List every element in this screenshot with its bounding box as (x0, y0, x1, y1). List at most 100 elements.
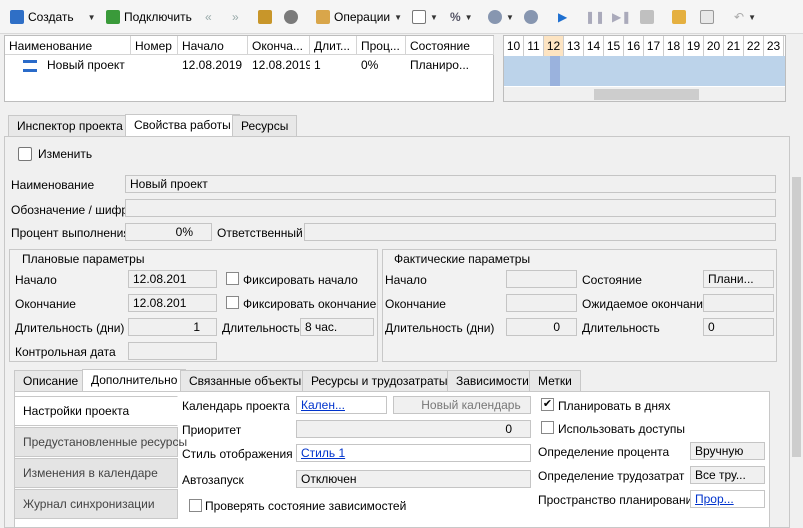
chevron-down-icon: ▼ (394, 12, 403, 22)
actual-state-select[interactable]: Плани... (703, 270, 774, 288)
chevron-down-icon[interactable]: ▼ (88, 13, 96, 22)
control-date-field[interactable] (128, 342, 217, 360)
priority-field[interactable]: 0 (296, 420, 531, 438)
tab-work-properties[interactable]: Свойства работы (125, 114, 240, 137)
calendar-field[interactable]: Кален... (296, 396, 387, 414)
create-icon (10, 10, 24, 24)
panel-scrollbar[interactable] (790, 137, 803, 528)
actual-title: Фактические параметры (394, 252, 531, 266)
operations-icon (316, 10, 330, 24)
name-label: Наименование (11, 178, 95, 192)
gantt-scrollbar[interactable] (504, 87, 785, 101)
tab-tags[interactable]: Метки (529, 370, 581, 392)
column-header[interactable]: Начало (178, 36, 248, 55)
calendar-icon[interactable]: ▼ (412, 8, 438, 26)
new-calendar-button[interactable]: Новый календарь (393, 396, 531, 414)
tab-linked-objects[interactable]: Связанные объекты (180, 370, 311, 392)
gantt-day-label: 21 (724, 36, 744, 56)
side-item-preset-resources[interactable]: Предустановленные ресурсы (14, 427, 187, 457)
side-item-sync-journal[interactable]: Журнал синхронизации (14, 489, 178, 519)
gear-icon[interactable] (524, 8, 538, 26)
column-header[interactable]: Состояние (406, 36, 494, 55)
tab-resources[interactable]: Ресурсы (232, 115, 298, 137)
style-field[interactable]: Стиль 1 (296, 444, 531, 462)
gantt-day-label: 22 (744, 36, 764, 56)
column-header[interactable]: Оконча... (248, 36, 310, 55)
percent-def-select[interactable]: Вручную (690, 442, 765, 460)
side-item-project-settings[interactable]: Настройки проекта (14, 396, 178, 426)
tab-resources-labor[interactable]: Ресурсы и трудозатраты (302, 370, 457, 392)
gantt-chart[interactable]: 10111213141516171819202122231 (503, 35, 786, 102)
money-bag-icon[interactable] (258, 8, 272, 26)
gantt-day-label: 15 (604, 36, 624, 56)
planned-end-field[interactable]: 12.08.201 (128, 294, 217, 312)
column-header[interactable]: Номер (131, 36, 178, 55)
column-header[interactable]: Длит... (310, 36, 357, 55)
column-header[interactable]: Проц... (357, 36, 406, 55)
stop-icon[interactable] (640, 8, 654, 26)
nav-left-icon[interactable]: « (205, 8, 212, 26)
tab-additional[interactable]: Дополнительно (82, 369, 187, 392)
column-header[interactable]: Наименование (5, 36, 131, 55)
fix-start-checkbox[interactable] (226, 272, 239, 285)
expected-end-field[interactable] (703, 294, 774, 312)
project-grid: Наименование Номер Начало Оконча... Длит… (4, 35, 494, 102)
gantt-bar-area (504, 56, 785, 86)
planned-title: Плановые параметры (22, 252, 145, 266)
pencil-icon (18, 147, 32, 161)
actual-end-field[interactable] (506, 294, 577, 312)
percent-label: Процент выполнения (11, 226, 130, 240)
settings-gear-icon[interactable]: ▼ (488, 8, 514, 26)
gantt-day-label: 14 (584, 36, 604, 56)
plan-days-checkbox[interactable]: ✔ (541, 398, 554, 411)
connect-button[interactable]: Подключить (106, 8, 192, 26)
edit-button[interactable]: Изменить (18, 147, 92, 161)
fix-end-checkbox[interactable] (226, 296, 239, 309)
report-icon[interactable] (672, 8, 686, 26)
gantt-day-label: 10 (504, 36, 524, 56)
skip-icon[interactable]: ▶❚ (612, 8, 631, 26)
gantt-day-label: 12 (544, 36, 564, 56)
link-icon[interactable] (284, 8, 298, 26)
gantt-day-label: 20 (704, 36, 724, 56)
toolbar: Создать ▼ Подключить « » Операции ▼ ▼ % ▼… (0, 0, 803, 34)
check-deps-checkbox[interactable] (189, 499, 202, 512)
actual-duration-units[interactable]: 0 (703, 318, 774, 336)
play-icon[interactable]: ▶ (558, 8, 567, 26)
name-field[interactable]: Новый проект (125, 175, 776, 193)
tab-dependencies[interactable]: Зависимости (447, 370, 538, 392)
labor-def-select[interactable]: Все тру... (690, 466, 765, 484)
gantt-day-label: 23 (764, 36, 784, 56)
pause-icon[interactable]: ❚❚ (585, 8, 605, 26)
gantt-day-label: 13 (564, 36, 584, 56)
percent-field[interactable]: 0% (125, 223, 212, 241)
code-field[interactable] (125, 199, 776, 217)
percent-icon[interactable]: % ▼ (450, 8, 473, 26)
gantt-day-label: 11 (524, 36, 544, 56)
gantt-day-label: 18 (664, 36, 684, 56)
nav-right-icon[interactable]: » (232, 8, 239, 26)
create-button[interactable]: Создать ▼ (10, 8, 96, 26)
operations-button[interactable]: Операции ▼ (316, 8, 402, 26)
responsible-field[interactable] (304, 223, 776, 241)
planned-duration-field[interactable]: 1 (128, 318, 217, 336)
actual-duration-field[interactable]: 0 (506, 318, 577, 336)
responsible-label: Ответственный (217, 226, 303, 240)
planned-start-field[interactable]: 12.08.201 (128, 270, 217, 288)
project-icon (23, 60, 37, 72)
gantt-day-label: 17 (644, 36, 664, 56)
tab-description[interactable]: Описание (14, 370, 88, 392)
autostart-select[interactable]: Отключен (296, 470, 531, 488)
code-label: Обозначение / шифр (11, 203, 129, 217)
undo-icon[interactable]: ↶ ▼ (734, 8, 756, 26)
side-item-calendar-changes[interactable]: Изменения в календаре (14, 458, 178, 488)
actual-start-field[interactable] (506, 270, 577, 288)
gantt-day-label: 19 (684, 36, 704, 56)
use-access-checkbox[interactable] (541, 421, 554, 434)
planned-duration-units[interactable]: 8 час. (300, 318, 374, 336)
space-field[interactable]: Прор... (690, 490, 765, 508)
gantt-day-label: 16 (624, 36, 644, 56)
table-icon[interactable] (700, 8, 714, 26)
gantt-vscroll[interactable] (786, 35, 801, 102)
tab-inspector[interactable]: Инспектор проекта (8, 115, 132, 137)
